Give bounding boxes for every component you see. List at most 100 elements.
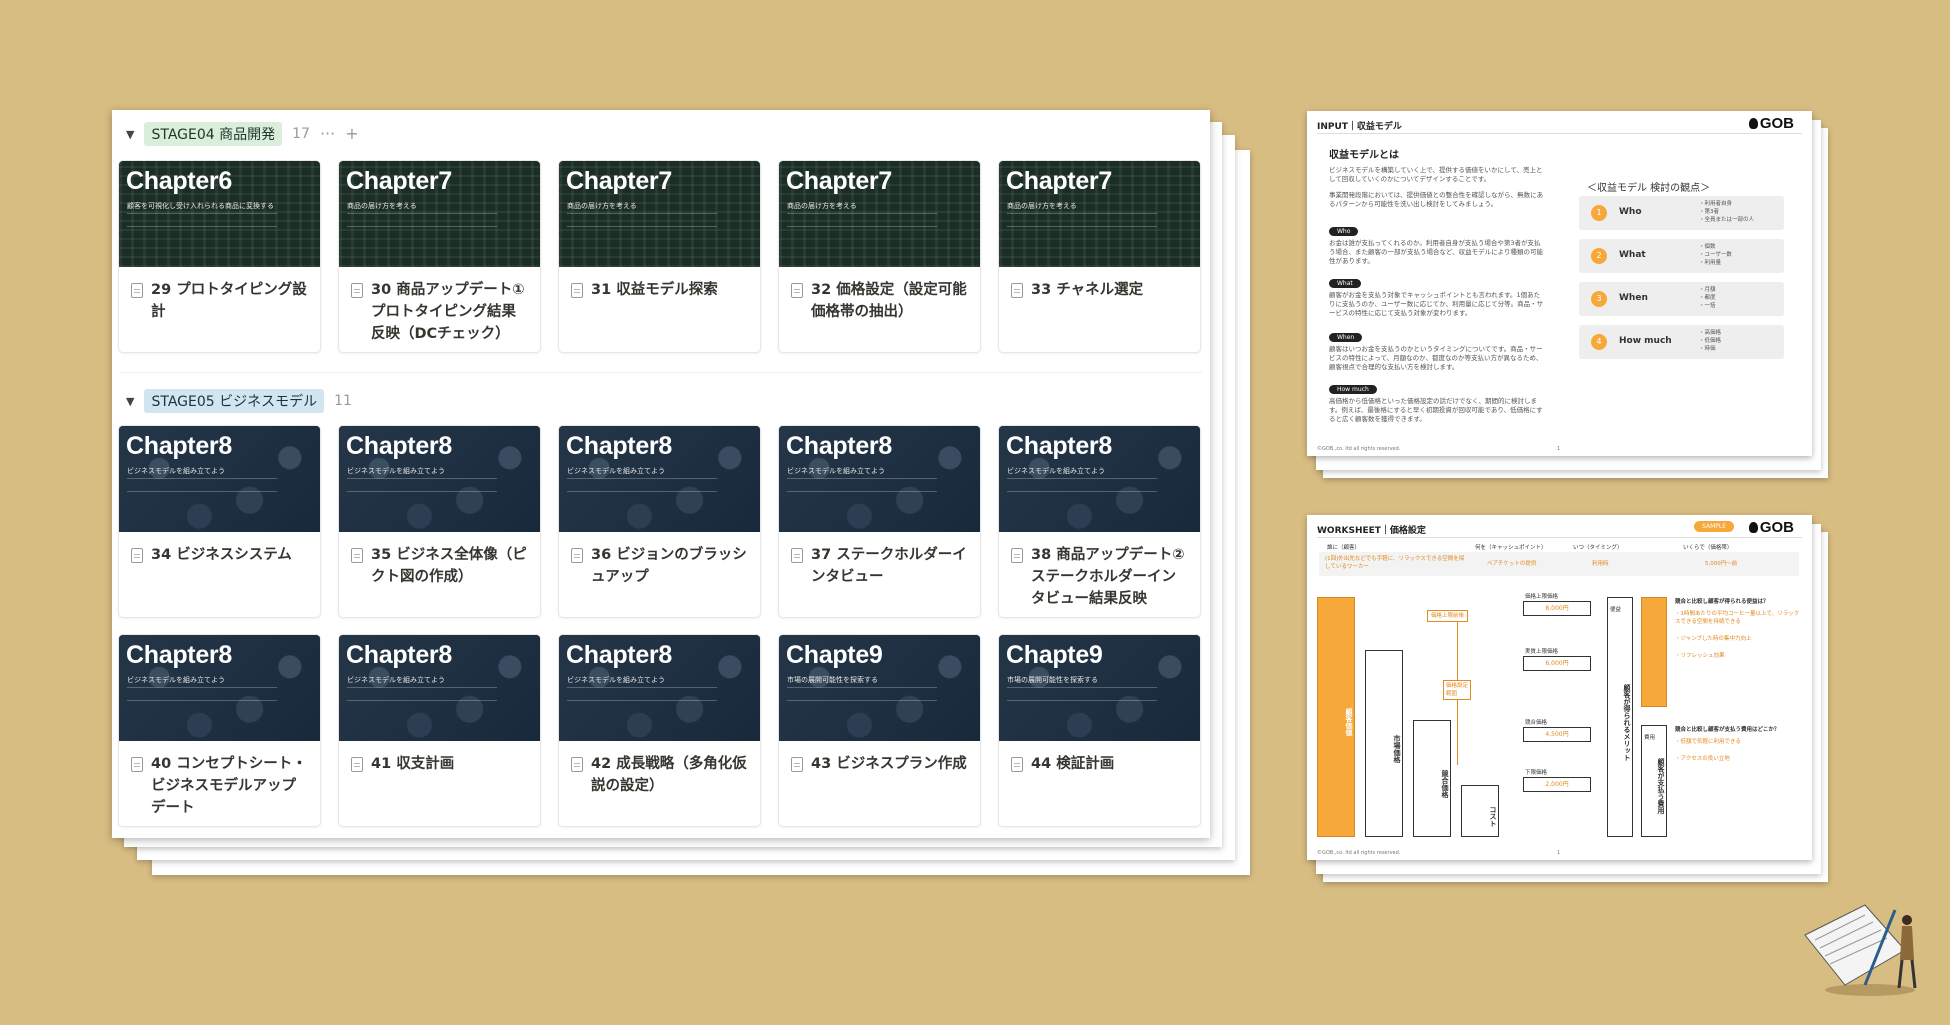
viewpoint-label: What bbox=[1619, 250, 1646, 260]
card-cover: Chapter6 顧客を可視化し受け入れられる商品に変換する bbox=[119, 161, 320, 267]
range-label: 価格上限前後 bbox=[1427, 610, 1469, 622]
cover-subtitle: ビジネスモデルを組み立てよう bbox=[567, 676, 665, 684]
board-card[interactable]: Chapter7 商品の届け方を考える 31 収益モデル探索 bbox=[558, 160, 761, 353]
cover-title: Chapter8 bbox=[786, 432, 892, 460]
card-cover: Chapter8 ビジネスモデルを組み立てよう bbox=[779, 426, 980, 532]
card-cover: Chapte9 市場の展開可能性を探索する bbox=[999, 635, 1200, 741]
benefit-column: 顧客が得られるメリット bbox=[1607, 597, 1633, 837]
section-title: 収益モデルとは bbox=[1329, 150, 1399, 161]
document-footer: ©GOB.,co. ltd all rights reserved. bbox=[1317, 850, 1401, 856]
board-card[interactable]: Chapter8 ビジネスモデルを組み立てよう 37 ステークホルダーインタビュー bbox=[778, 425, 981, 618]
collapse-toggle-icon[interactable]: ▼ bbox=[126, 395, 134, 408]
customer-value-bar: 顧客価値 bbox=[1317, 597, 1355, 837]
cost-label: 費用 bbox=[1644, 735, 1656, 741]
board-card[interactable]: Chapte9 市場の展開可能性を探索する 44 検証計画 bbox=[998, 634, 1201, 827]
board-card[interactable]: Chapter8 ビジネスモデルを組み立てよう 41 収支計画 bbox=[338, 634, 541, 827]
group-tag[interactable]: STAGE05 ビジネスモデル bbox=[144, 389, 325, 413]
card-title: 41 収支計画 bbox=[371, 756, 455, 772]
when-pill: When bbox=[1329, 333, 1363, 342]
page-icon bbox=[1011, 548, 1023, 563]
group-divider bbox=[120, 372, 1202, 373]
cover-title: Chapte9 bbox=[786, 641, 883, 669]
card-cover: Chapter7 商品の届け方を考える bbox=[999, 161, 1200, 267]
page-icon bbox=[131, 548, 143, 563]
cover-title: Chapter7 bbox=[786, 167, 892, 195]
card-title: 44 検証計画 bbox=[1031, 756, 1115, 772]
cover-subtitle: 顧客を可視化し受け入れられる商品に変換する bbox=[127, 202, 274, 210]
card-title: 37 ステークホルダーインタビュー bbox=[811, 547, 967, 585]
board-card[interactable]: Chapter8 ビジネスモデルを組み立てよう 36 ビジョンのブラッシュアップ bbox=[558, 425, 761, 618]
cover-title: Chapte9 bbox=[1006, 641, 1103, 669]
group-header-stage05: ▼ STAGE05 ビジネスモデル 11 bbox=[126, 389, 352, 413]
intro-text: ビジネスモデルを構築していく上で、提供する価値をいかにして、売上として回収してい… bbox=[1329, 166, 1543, 183]
what-pill: What bbox=[1329, 279, 1361, 288]
board-card[interactable]: Chapter8 ビジネスモデルを組み立てよう 42 成長戦略（多角化仮説の設定） bbox=[558, 634, 761, 827]
group-header-stage04: ▼ STAGE04 商品開発 17 ··· + bbox=[126, 122, 359, 146]
viewpoints-title: ＜収益モデル 検討の観点＞ bbox=[1587, 183, 1711, 194]
group-tag[interactable]: STAGE04 商品開発 bbox=[144, 122, 283, 146]
logo-text: GOB bbox=[1759, 519, 1794, 536]
benefit-bar bbox=[1641, 597, 1667, 707]
board-card[interactable]: Chapter7 商品の届け方を考える 33 チャネル選定 bbox=[998, 160, 1201, 353]
cover-subtitle: ビジネスモデルを組み立てよう bbox=[567, 467, 665, 475]
page-icon bbox=[791, 283, 803, 298]
card-cover: Chapter8 ビジネスモデルを組み立てよう bbox=[339, 426, 540, 532]
cover-subtitle: ビジネスモデルを組み立てよう bbox=[347, 676, 445, 684]
column-header: 何を（キャッシュポイント） bbox=[1475, 545, 1547, 551]
document-header: WORKSHEET｜価格設定 bbox=[1317, 526, 1426, 536]
add-item-icon[interactable]: + bbox=[345, 126, 358, 142]
price-label: 価格上限価格 bbox=[1525, 594, 1559, 600]
viewpoint-row: 1 Who ・利用者自身 ・第3者 ・全員または一部の人 bbox=[1579, 196, 1784, 230]
cover-subtitle: ビジネスモデルを組み立てよう bbox=[347, 467, 445, 475]
card-cover: Chapter8 ビジネスモデルを組み立てよう bbox=[339, 635, 540, 741]
card-cover: Chapter7 商品の届け方を考える bbox=[779, 161, 980, 267]
collapse-toggle-icon[interactable]: ▼ bbox=[126, 128, 134, 141]
viewpoint-label: When bbox=[1619, 293, 1648, 303]
viewpoint-row: 3 When ・月額 ・都度 ・一括 bbox=[1579, 282, 1784, 316]
note-line: ・低額で気軽に利用できる bbox=[1675, 739, 1741, 745]
cover-subtitle: 市場の展開可能性を探索する bbox=[1007, 676, 1098, 684]
cost-bar: コスト bbox=[1461, 785, 1499, 837]
who-pill: Who bbox=[1329, 227, 1359, 236]
benefit-label: 便益 bbox=[1610, 607, 1622, 613]
cover-title: Chapter6 bbox=[126, 167, 232, 195]
board-card[interactable]: Chapter7 商品の届け方を考える 32 価格設定（設定可能価格帯の抽出） bbox=[778, 160, 981, 353]
cover-subtitle: ビジネスモデルを組み立てよう bbox=[787, 467, 885, 475]
card-title: 30 商品アップデート①プロトタイピング結果反映（DCチェック） bbox=[371, 282, 525, 342]
price-box: 8,000円 bbox=[1523, 601, 1591, 616]
page-icon bbox=[791, 757, 803, 772]
page-number: 1 bbox=[1557, 446, 1561, 452]
cover-subtitle: ビジネスモデルを組み立てよう bbox=[127, 467, 225, 475]
group-count: 17 bbox=[292, 126, 310, 142]
board-card[interactable]: Chapter8 ビジネスモデルを組み立てよう 40 コンセプトシート・ビジネスモ… bbox=[118, 634, 321, 827]
number-badge: 3 bbox=[1591, 291, 1607, 307]
board-card[interactable]: Chapter6 顧客を可視化し受け入れられる商品に変換する 29 プロトタイピン… bbox=[118, 160, 321, 353]
card-cover: Chapter8 ビジネスモデルを組み立てよう bbox=[559, 426, 760, 532]
card-cover: Chapter8 ビジネスモデルを組み立てよう bbox=[119, 635, 320, 741]
card-title: 38 商品アップデート②ステークホルダーインタビュー結果反映 bbox=[1031, 547, 1185, 607]
set-range-label: 価格設定範囲 bbox=[1443, 680, 1471, 700]
board-card[interactable]: Chapte9 市場の展開可能性を探索する 43 ビジネスプラン作成 bbox=[778, 634, 981, 827]
cost-column: 顧客が支払う費用 bbox=[1641, 725, 1667, 837]
column-value: ペアチケットの提供 bbox=[1487, 561, 1537, 567]
notes-title: 競合と比較し顧客が得られる便益は？ bbox=[1675, 599, 1769, 605]
board-card[interactable]: Chapter8 ビジネスモデルを組み立てよう 34 ビジネスシステム bbox=[118, 425, 321, 618]
page-icon bbox=[571, 757, 583, 772]
gob-logo: GOB bbox=[1748, 519, 1794, 536]
number-badge: 1 bbox=[1591, 205, 1607, 221]
page-icon bbox=[351, 548, 363, 563]
cover-title: Chapter8 bbox=[126, 432, 232, 460]
card-title: 32 価格設定（設定可能価格帯の抽出） bbox=[811, 282, 967, 320]
board-card[interactable]: Chapter7 商品の届け方を考える 30 商品アップデート①プロトタイピング結… bbox=[338, 160, 541, 353]
card-cover: Chapter7 商品の届け方を考える bbox=[559, 161, 760, 267]
column-value: (1回)外出先などでも手軽に、リラックスできる空間を探しているワーカー bbox=[1325, 556, 1465, 570]
cover-subtitle: ビジネスモデルを組み立てよう bbox=[1007, 467, 1105, 475]
cover-title: Chapter7 bbox=[1006, 167, 1112, 195]
page-icon bbox=[1011, 757, 1023, 772]
page-icon bbox=[131, 283, 143, 298]
card-title: 31 収益モデル探索 bbox=[591, 282, 718, 298]
board-card[interactable]: Chapter8 ビジネスモデルを組み立てよう 38 商品アップデート②ステークホ… bbox=[998, 425, 1201, 618]
board-card[interactable]: Chapter8 ビジネスモデルを組み立てよう 35 ビジネス全体像（ピクト図の作… bbox=[338, 425, 541, 618]
page-number: 1 bbox=[1557, 850, 1561, 856]
more-options-icon[interactable]: ··· bbox=[320, 126, 335, 142]
